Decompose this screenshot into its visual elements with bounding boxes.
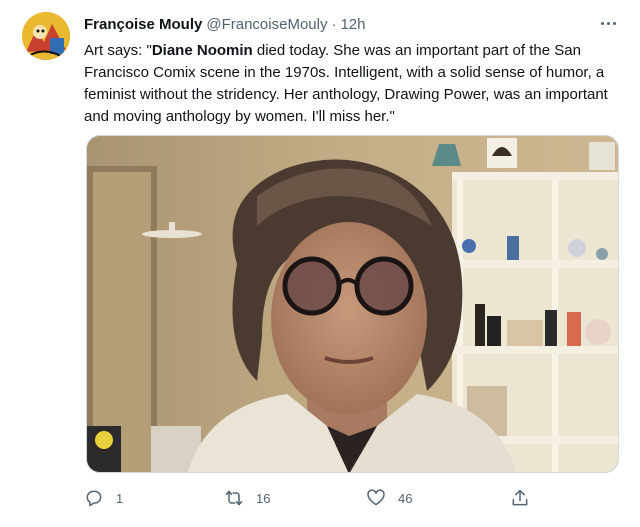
reply-count: 1 bbox=[116, 490, 124, 506]
timestamp[interactable]: 12h bbox=[340, 16, 365, 33]
share-button[interactable] bbox=[510, 484, 530, 512]
heart-icon bbox=[367, 489, 385, 506]
like-button[interactable]: 46 bbox=[366, 484, 412, 512]
tweet-text: Art says: "Diane Noomin died today. She … bbox=[84, 40, 624, 128]
user-handle[interactable]: @FrancoiseMouly bbox=[206, 16, 327, 33]
tweet[interactable]: Françoise Mouly @FrancoiseMouly · 12h Ar… bbox=[0, 0, 640, 527]
retweet-icon bbox=[225, 490, 243, 506]
share-icon bbox=[512, 489, 528, 506]
avatar-illustration bbox=[22, 12, 70, 60]
retweet-button[interactable]: 16 bbox=[224, 484, 270, 512]
reply-button[interactable]: 1 bbox=[84, 484, 123, 512]
tweet-header: Françoise Mouly @FrancoiseMouly · 12h bbox=[84, 14, 366, 34]
avatar[interactable] bbox=[22, 12, 70, 60]
portrait-photo bbox=[87, 136, 618, 472]
like-count: 46 bbox=[398, 490, 413, 506]
tweet-actions: 1 16 46 bbox=[84, 484, 544, 512]
retweet-count: 16 bbox=[256, 490, 271, 506]
tweet-text-bold: Diane Noomin bbox=[151, 42, 253, 59]
tweet-photo[interactable] bbox=[86, 135, 619, 473]
reply-icon bbox=[86, 490, 102, 507]
tweet-text-lead: Art says: " bbox=[84, 42, 152, 59]
separator-dot: · bbox=[331, 15, 337, 33]
display-name[interactable]: Françoise Mouly bbox=[84, 16, 202, 33]
more-icon[interactable] bbox=[594, 12, 622, 34]
